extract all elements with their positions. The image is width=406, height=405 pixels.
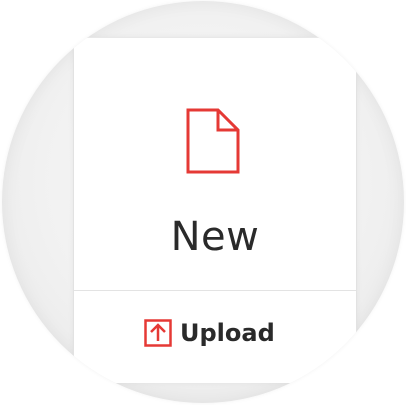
upload-icon: [144, 319, 172, 347]
document-icon: [186, 108, 240, 174]
zoom-circle-view: New Upload: [0, 0, 406, 405]
upload-label: Upload: [180, 319, 275, 347]
new-label: New: [170, 214, 260, 260]
action-card: New Upload: [73, 37, 357, 383]
magnifier-circle: New Upload: [2, 1, 404, 403]
new-document-button[interactable]: New: [74, 38, 356, 290]
upload-button[interactable]: Upload: [74, 291, 356, 383]
